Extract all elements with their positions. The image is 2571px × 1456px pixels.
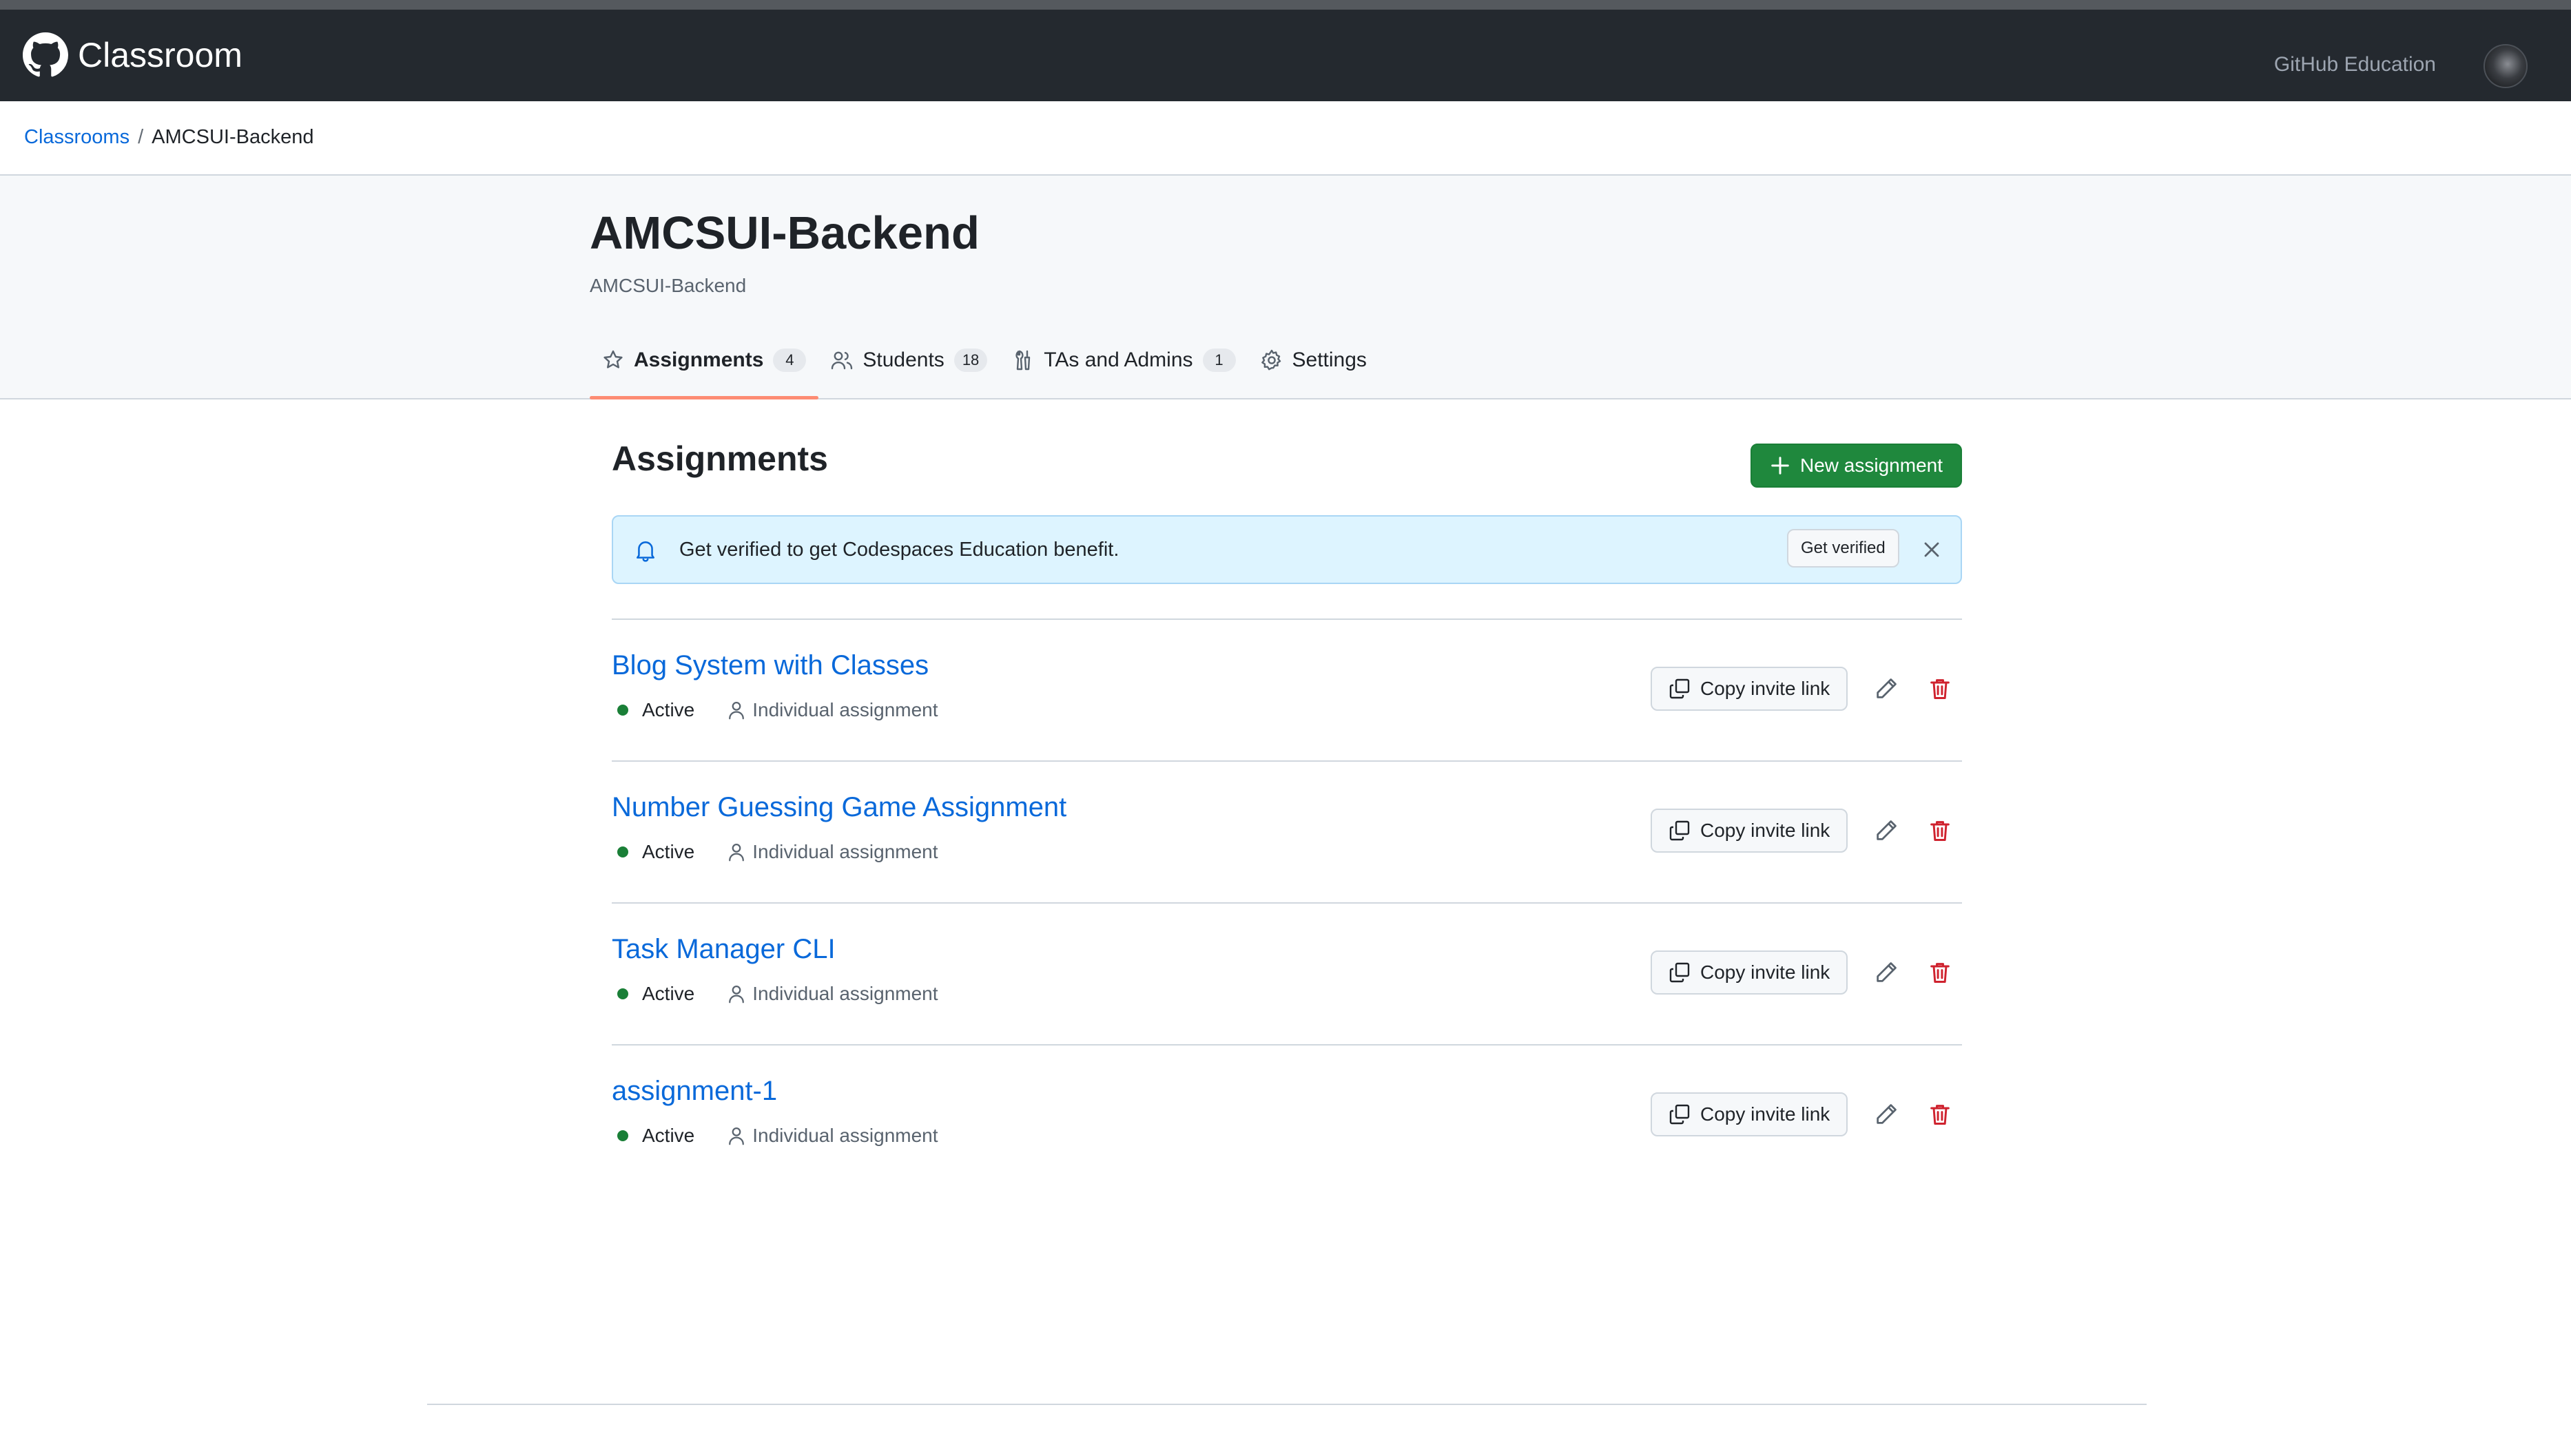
assignment-status: Active <box>642 841 695 862</box>
copy-invite-link-button[interactable]: Copy invite link <box>1651 809 1848 853</box>
edit-assignment-button[interactable] <box>1874 1102 1899 1127</box>
tab-students[interactable]: Students 18 <box>818 335 1000 385</box>
bell-icon <box>637 541 654 562</box>
window-top-strip <box>0 0 2571 10</box>
get-verified-button[interactable]: Get verified <box>1787 529 1899 568</box>
tab-count-badge: 18 <box>953 349 988 372</box>
assignment-title-link[interactable]: Blog System with Classes <box>612 649 929 682</box>
trash-icon <box>1930 1105 1950 1125</box>
person-icon <box>729 702 745 720</box>
status-dot-icon <box>617 988 628 999</box>
copy-invite-link-button[interactable]: Copy invite link <box>1651 950 1848 995</box>
pencil-icon <box>1877 962 1897 982</box>
copy-icon <box>1669 962 1690 983</box>
person-icon <box>729 986 745 1003</box>
pencil-icon <box>1877 820 1897 840</box>
status-dot-icon <box>617 1130 628 1141</box>
classroom-header: AMCSUI-Backend AMCSUI-Backend Assignment… <box>0 176 2571 399</box>
tab-tas-and-admins[interactable]: TAs and Admins 1 <box>1000 335 1248 385</box>
status-dot-icon <box>617 705 628 716</box>
pencil-icon <box>1877 1104 1897 1124</box>
github-education-link[interactable]: GitHub Education <box>2274 52 2436 77</box>
plus-icon <box>1771 457 1789 475</box>
pencil-icon <box>1877 678 1897 698</box>
assignment-type: Individual assignment <box>752 841 938 862</box>
edit-assignment-button[interactable] <box>1874 676 1899 701</box>
tab-count-badge: 4 <box>773 349 807 372</box>
breadcrumb-bar: Classrooms / AMCSUI-Backend <box>0 101 2571 176</box>
copy-invite-link-label: Copy invite link <box>1700 820 1830 841</box>
assignment-meta: Active Individual assignment <box>617 698 938 722</box>
assignment-row: Task Manager CLI Active Individual assig… <box>612 902 1962 1044</box>
github-logo-icon <box>23 32 68 77</box>
page-subtitle: AMCSUI-Backend <box>590 275 747 296</box>
banner-message: Get verified to get Codespaces Education… <box>679 539 1119 561</box>
gear-icon <box>1261 349 1281 371</box>
copy-icon <box>1669 678 1690 699</box>
verification-banner: Get verified to get Codespaces Education… <box>612 515 1962 584</box>
breadcrumb: Classrooms / AMCSUI-Backend <box>24 125 313 149</box>
trash-icon <box>1930 963 1950 983</box>
tab-label: Assignments <box>634 349 764 371</box>
copy-invite-link-button[interactable]: Copy invite link <box>1651 667 1848 711</box>
page-title: AMCSUI-Backend <box>590 207 980 259</box>
delete-assignment-button[interactable] <box>1928 960 1952 985</box>
tab-settings[interactable]: Settings <box>1248 335 1379 385</box>
assignment-type: Individual assignment <box>752 699 938 720</box>
assignment-type: Individual assignment <box>752 1125 938 1146</box>
assignments-heading: Assignments <box>612 439 828 478</box>
tab-count-badge: 1 <box>1202 349 1236 372</box>
star-icon <box>603 350 623 368</box>
assignment-list: Blog System with Classes Active Individu… <box>612 618 1962 1186</box>
trash-icon <box>1930 679 1950 699</box>
delete-assignment-button[interactable] <box>1928 676 1952 701</box>
trash-icon <box>1930 821 1950 841</box>
breadcrumb-classrooms-link[interactable]: Classrooms <box>24 125 130 149</box>
assignment-row: assignment-1 Active Individual assignmen… <box>612 1044 1962 1186</box>
copy-icon <box>1669 1104 1690 1125</box>
top-navbar: Classroom GitHub Education <box>0 10 2571 101</box>
delete-assignment-button[interactable] <box>1928 1102 1952 1127</box>
assignment-meta: Active Individual assignment <box>617 982 938 1006</box>
assignment-status: Active <box>642 983 695 1004</box>
assignment-title-link[interactable]: Number Guessing Game Assignment <box>612 791 1066 824</box>
assignment-meta: Active Individual assignment <box>617 1124 938 1147</box>
edit-assignment-button[interactable] <box>1874 818 1899 843</box>
copy-icon <box>1669 820 1690 841</box>
tools-icon <box>1015 350 1031 371</box>
assignment-status: Active <box>642 1125 695 1146</box>
new-assignment-label: New assignment <box>1800 455 1943 476</box>
user-avatar[interactable] <box>2484 44 2528 88</box>
tab-label: Settings <box>1292 349 1367 371</box>
delete-assignment-button[interactable] <box>1928 818 1952 843</box>
new-assignment-button[interactable]: New assignment <box>1751 444 1962 488</box>
status-dot-icon <box>617 846 628 857</box>
person-icon <box>729 844 745 862</box>
copy-invite-link-label: Copy invite link <box>1700 678 1830 699</box>
assignment-title-link[interactable]: Task Manager CLI <box>612 933 836 966</box>
copy-invite-link-button[interactable]: Copy invite link <box>1651 1092 1848 1136</box>
copy-invite-link-label: Copy invite link <box>1700 1103 1830 1125</box>
breadcrumb-separator: / <box>138 126 144 148</box>
copy-invite-link-label: Copy invite link <box>1700 961 1830 983</box>
close-icon[interactable] <box>1921 539 1943 561</box>
tab-label: Students <box>863 349 944 371</box>
footer-divider <box>427 1404 2147 1405</box>
tab-label: TAs and Admins <box>1044 349 1193 371</box>
people-icon <box>832 351 853 370</box>
breadcrumb-current: AMCSUI-Backend <box>152 126 314 148</box>
assignment-status: Active <box>642 699 695 720</box>
classroom-tabs: Assignments 4 Students 18 TAs and Admins… <box>590 335 1379 399</box>
assignment-row: Number Guessing Game Assignment Active I… <box>612 760 1962 902</box>
assignment-type: Individual assignment <box>752 983 938 1004</box>
edit-assignment-button[interactable] <box>1874 960 1899 985</box>
brand-name: Classroom <box>78 36 242 74</box>
tab-assignments[interactable]: Assignments 4 <box>590 335 819 399</box>
assignment-meta: Active Individual assignment <box>617 840 938 864</box>
brand-link[interactable]: Classroom <box>23 32 242 78</box>
person-icon <box>729 1127 745 1145</box>
assignment-row: Blog System with Classes Active Individu… <box>612 618 1962 760</box>
assignment-title-link[interactable]: assignment-1 <box>612 1074 777 1107</box>
